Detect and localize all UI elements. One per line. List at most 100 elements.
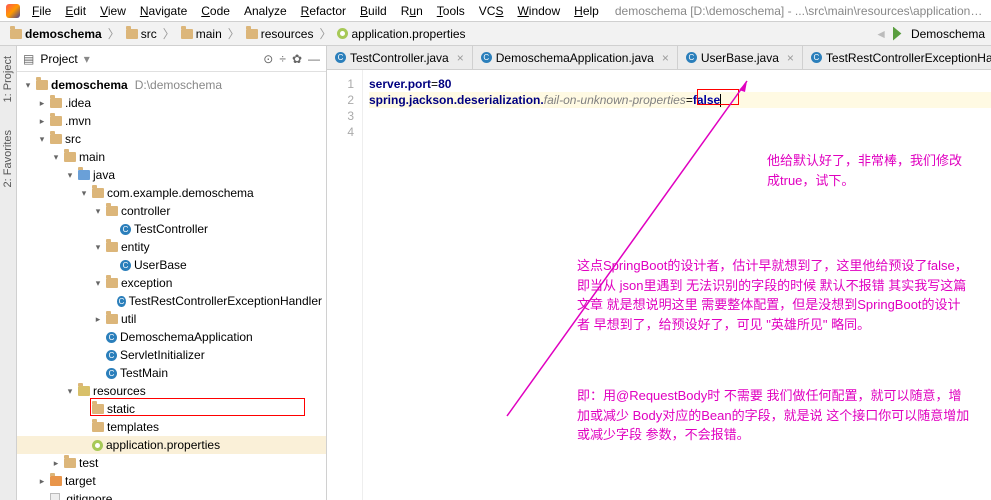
tree-node[interactable]: ▾resources — [17, 382, 326, 400]
folder-icon — [92, 404, 104, 414]
tree-node[interactable]: ▾src — [17, 130, 326, 148]
menu-tools[interactable]: Tools — [431, 2, 471, 20]
tree-node[interactable]: ServletInitializer — [17, 346, 326, 364]
tree-node[interactable]: DemoschemaApplication — [17, 328, 326, 346]
tree-label: demoschema — [51, 78, 128, 92]
expand-arrow-icon[interactable]: ▾ — [65, 170, 75, 181]
expand-arrow-icon[interactable]: ▸ — [51, 458, 61, 469]
crumb-3[interactable]: resources — [242, 26, 318, 42]
menu-analyze[interactable]: Analyze — [238, 2, 293, 20]
tree-label: com.example.demoschema — [107, 186, 254, 200]
tree-node[interactable]: ▾java — [17, 166, 326, 184]
tree-node[interactable]: ▸.mvn — [17, 112, 326, 130]
menu-file[interactable]: File — [26, 2, 57, 20]
editor-tab[interactable]: TestRestControllerExceptionHandler.java× — [803, 46, 991, 69]
menu-edit[interactable]: Edit — [59, 2, 92, 20]
tool-tab-1[interactable]: 2: Favorites — [0, 126, 16, 191]
project-dropdown-icon[interactable]: ▤ — [23, 52, 34, 66]
breadcrumb-separator: 〉 — [228, 25, 240, 42]
properties-icon — [337, 28, 348, 39]
crumb-1[interactable]: src — [122, 26, 161, 42]
crumb-0[interactable]: demoschema — [6, 26, 106, 42]
editor-tab[interactable]: UserBase.java × — [678, 46, 803, 69]
sidebar-tool-3[interactable]: — — [308, 52, 320, 66]
tree-node[interactable]: .gitignore — [17, 490, 326, 500]
tree-node[interactable]: application.properties — [17, 436, 326, 454]
expand-arrow-icon[interactable]: ▾ — [79, 188, 89, 199]
expand-arrow-icon[interactable]: ▾ — [23, 80, 33, 91]
expand-arrow-icon[interactable]: ▾ — [37, 134, 47, 145]
menu-run[interactable]: Run — [395, 2, 429, 20]
menu-vcs[interactable]: VCS — [473, 2, 510, 20]
sidebar-tool-1[interactable]: ÷ — [279, 52, 286, 66]
project-tree[interactable]: ▾demoschemaD:\demoschema▸.idea▸.mvn▾src▾… — [17, 72, 326, 500]
tree-node[interactable]: ▾ demoschema D:\demoschema — [17, 76, 326, 94]
code-key: spring.jackson.deserialization. — [369, 93, 544, 107]
expand-arrow-icon[interactable]: ▾ — [65, 386, 75, 397]
expand-arrow-icon[interactable]: ▸ — [93, 314, 103, 325]
tree-node[interactable]: ▾exception — [17, 274, 326, 292]
tree-node[interactable]: ▾main — [17, 148, 326, 166]
tree-label: DemoschemaApplication — [120, 330, 253, 344]
menu-code[interactable]: Code — [195, 2, 236, 20]
close-icon[interactable]: × — [662, 51, 669, 65]
tab-label: DemoschemaApplication.java — [496, 51, 654, 65]
tool-tab-0[interactable]: 1: Project — [0, 52, 16, 106]
expand-arrow-icon[interactable]: ▾ — [93, 242, 103, 253]
menu-window[interactable]: Window — [511, 2, 566, 20]
class-icon — [811, 52, 822, 63]
tree-node[interactable]: ▸util — [17, 310, 326, 328]
expand-arrow-icon[interactable]: ▾ — [93, 278, 103, 289]
sidebar-tool-0[interactable]: ⊙ — [263, 52, 273, 66]
tree-node[interactable]: templates — [17, 418, 326, 436]
tree-node[interactable]: ▸ target — [17, 472, 326, 490]
expand-arrow-icon[interactable]: ▾ — [51, 152, 61, 163]
editor-tab[interactable]: TestController.java × — [327, 46, 473, 69]
tree-label: target — [65, 474, 96, 488]
chevron-down-icon[interactable]: ▾ — [84, 52, 90, 66]
expand-arrow-icon[interactable]: ▸ — [37, 476, 47, 487]
menu-help[interactable]: Help — [568, 2, 605, 20]
tree-node[interactable]: ▸test — [17, 454, 326, 472]
tree-node[interactable]: ▸.idea — [17, 94, 326, 112]
tab-label: UserBase.java — [701, 51, 779, 65]
tree-node[interactable]: TestRestControllerExceptionHandler — [17, 292, 326, 310]
folder-icon — [106, 278, 118, 288]
crumb-2[interactable]: main — [177, 26, 226, 42]
breadcrumb-separator: 〉 — [319, 25, 331, 42]
tree-node[interactable]: ▾entity — [17, 238, 326, 256]
close-icon[interactable]: × — [457, 51, 464, 65]
close-icon[interactable]: × — [787, 51, 794, 65]
menu-build[interactable]: Build — [354, 2, 393, 20]
code-value: 80 — [438, 77, 451, 91]
line-number: 4 — [327, 124, 354, 140]
tree-node[interactable]: static — [17, 400, 326, 418]
folder-icon — [92, 422, 104, 432]
menu-refactor[interactable]: Refactor — [295, 2, 352, 20]
run-config-selector[interactable]: Demoschema — [893, 27, 985, 41]
back-icon[interactable]: ◄ — [875, 27, 887, 41]
tab-label: TestController.java — [350, 51, 449, 65]
properties-icon — [92, 440, 103, 451]
tree-node[interactable]: UserBase — [17, 256, 326, 274]
breadcrumb-separator: 〉 — [163, 25, 175, 42]
tree-extra: D:\demoschema — [135, 78, 222, 92]
crumb-4[interactable]: application.properties — [333, 26, 469, 42]
menu-navigate[interactable]: Navigate — [134, 2, 193, 20]
tree-node[interactable]: TestMain — [17, 364, 326, 382]
tree-node[interactable]: ▾controller — [17, 202, 326, 220]
breadcrumb: demoschema〉src〉main〉resources〉applicatio… — [0, 22, 991, 46]
tree-node[interactable]: TestController — [17, 220, 326, 238]
menu-view[interactable]: View — [94, 2, 132, 20]
class-icon — [686, 52, 697, 63]
expand-arrow-icon[interactable]: ▾ — [93, 206, 103, 217]
folder-icon — [126, 29, 138, 39]
folder-icon — [106, 206, 118, 216]
sidebar-tool-2[interactable]: ✿ — [292, 52, 302, 66]
expand-arrow-icon[interactable]: ▸ — [37, 98, 47, 109]
editor-area: TestController.java×DemoschemaApplicatio… — [327, 46, 991, 500]
tree-node[interactable]: ▾ com.example.demoschema — [17, 184, 326, 202]
expand-arrow-icon[interactable]: ▸ — [37, 116, 47, 127]
sidebar-title[interactable]: Project — [40, 52, 77, 66]
editor-tab[interactable]: DemoschemaApplication.java × — [473, 46, 678, 69]
